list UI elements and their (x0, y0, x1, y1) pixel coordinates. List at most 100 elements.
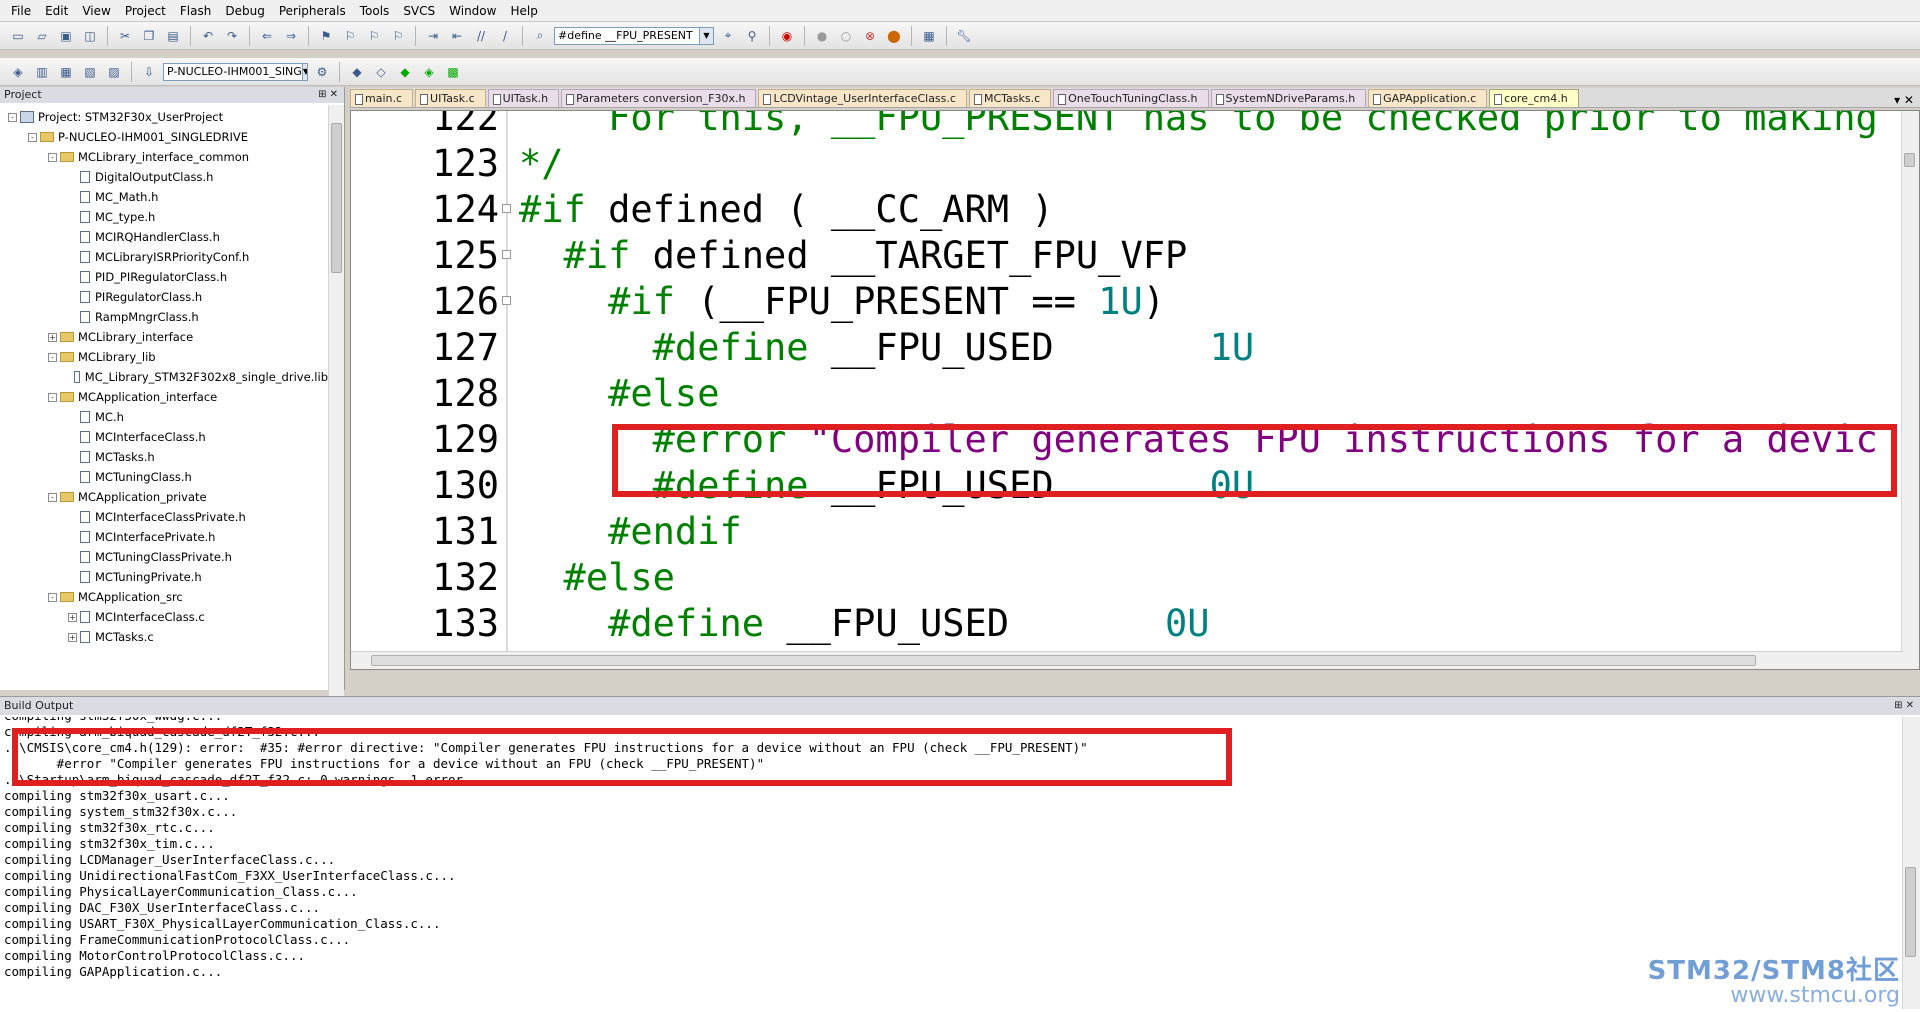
bookmark-next-icon[interactable]: ⚐ (364, 26, 384, 46)
unindent-icon[interactable]: ⇤ (447, 26, 467, 46)
expand-icon[interactable]: + (68, 612, 77, 622)
editor-tab[interactable]: main.c (350, 89, 414, 107)
copy-icon[interactable]: ❐ (139, 26, 159, 46)
tree-item[interactable]: MCTuningClass.h (0, 467, 328, 487)
pin-icon[interactable]: ⊞ ✕ (1894, 697, 1920, 715)
redo-icon[interactable]: ↷ (222, 26, 242, 46)
collapse-icon[interactable]: - (48, 492, 57, 502)
find-icon[interactable]: ⚲ (742, 26, 762, 46)
tree-item[interactable]: MCInterfaceClass.h (0, 427, 328, 447)
tree-item[interactable]: MCLibraryISRPriorityConf.h (0, 247, 328, 267)
rebuild-icon[interactable]: ▦ (56, 62, 76, 82)
tree-item[interactable]: - Project: STM32F30x_UserProject (0, 107, 328, 127)
bookmark-clear-icon[interactable]: ⚐ (388, 26, 408, 46)
scrollbar-thumb[interactable] (371, 655, 1756, 666)
tree-item[interactable]: - MCLibrary_interface_common (0, 147, 328, 167)
tree-item[interactable]: MCTuningPrivate.h (0, 567, 328, 587)
nav-forward-icon[interactable]: ⇒ (281, 26, 301, 46)
breakpoint-all-icon[interactable]: ⬤ (884, 26, 904, 46)
bookmark-prev-icon[interactable]: ⚐ (340, 26, 360, 46)
tree-item[interactable]: MC_type.h (0, 207, 328, 227)
translate-icon[interactable]: ◈ (8, 62, 28, 82)
editor-tab[interactable]: Parameters conversion_F30x.h (561, 89, 757, 107)
tree-item[interactable]: - MCApplication_src (0, 587, 328, 607)
paste-icon[interactable]: ▤ (163, 26, 183, 46)
open-folder-icon[interactable]: ▱ (32, 26, 52, 46)
collapse-icon[interactable]: - (48, 352, 57, 362)
tree-item[interactable]: PID_PIRegulatorClass.h (0, 267, 328, 287)
editor-tab[interactable]: GAPApplication.c (1368, 89, 1488, 107)
collapse-icon[interactable]: - (48, 392, 57, 402)
build-output-scrollbar[interactable] (1902, 717, 1920, 1009)
collapse-icon[interactable]: - (8, 112, 17, 122)
file-extensions-icon[interactable]: ◆ (347, 62, 367, 82)
comment-icon[interactable]: // (471, 26, 491, 46)
bookmark-icon[interactable]: ⚑ (316, 26, 336, 46)
tree-item[interactable]: MCTasks.h (0, 447, 328, 467)
tree-item[interactable]: - MCApplication_interface (0, 387, 328, 407)
menu-item-view[interactable]: View (75, 0, 117, 22)
collapse-icon[interactable]: - (48, 592, 57, 602)
expand-icon[interactable]: + (48, 332, 57, 342)
menu-item-peripherals[interactable]: Peripherals (272, 0, 353, 22)
fold-toggle-icon[interactable] (502, 250, 511, 259)
editor-tab[interactable]: LCDVintage_UserInterfaceClass.c (758, 89, 967, 107)
pin-icon[interactable]: ⊞ ✕ (318, 87, 344, 103)
tree-item[interactable]: + MCInterfaceClass.c (0, 607, 328, 627)
editor-vscrollbar[interactable] (1901, 111, 1919, 669)
nav-back-icon[interactable]: ⇐ (257, 26, 277, 46)
tree-item[interactable]: MC_Library_STM32F302x8_single_drive.lib (0, 367, 328, 387)
expand-icon[interactable]: + (68, 632, 77, 642)
project-tree-scrollbar[interactable] (328, 105, 344, 737)
window-layout-icon[interactable]: ▦ (919, 26, 939, 46)
menu-item-help[interactable]: Help (503, 0, 544, 22)
breakpoint-icon[interactable]: ● (812, 26, 832, 46)
build-icon[interactable]: ▥ (32, 62, 52, 82)
editor-tab[interactable]: OneTouchTuningClass.h (1053, 89, 1209, 107)
collapse-icon[interactable]: - (28, 132, 37, 142)
select-packs-icon[interactable]: ◈ (419, 62, 439, 82)
tree-item[interactable]: PIRegulatorClass.h (0, 287, 328, 307)
tree-item[interactable]: + MCLibrary_interface (0, 327, 328, 347)
cut-icon[interactable]: ✂ (115, 26, 135, 46)
scrollbar-thumb[interactable] (331, 123, 342, 273)
menu-item-svcs[interactable]: SVCS (396, 0, 442, 22)
menu-item-file[interactable]: File (4, 0, 38, 22)
debug-start-icon[interactable]: ◉ (777, 26, 797, 46)
scrollbar-thumb[interactable] (1905, 867, 1916, 957)
undo-icon[interactable]: ↶ (198, 26, 218, 46)
breakpoint-kill-icon[interactable]: ⊗ (860, 26, 880, 46)
uncomment-icon[interactable]: / (495, 26, 515, 46)
pack-installer-icon[interactable]: ◆ (395, 62, 415, 82)
save-all-icon[interactable]: ◫ (80, 26, 100, 46)
tree-item[interactable]: DigitalOutputClass.h (0, 167, 328, 187)
stop-build-icon[interactable]: ▨ (104, 62, 124, 82)
batch-build-icon[interactable]: ▧ (80, 62, 100, 82)
menu-item-debug[interactable]: Debug (218, 0, 271, 22)
fold-toggle-icon[interactable] (502, 296, 511, 305)
editor-tab[interactable]: SystemNDriveParams.h (1210, 89, 1367, 107)
save-icon[interactable]: ▣ (56, 26, 76, 46)
tree-item[interactable]: MCInterfaceClassPrivate.h (0, 507, 328, 527)
tree-item[interactable]: MCTuningClassPrivate.h (0, 547, 328, 567)
editor-tab[interactable]: core_cm4.h (1489, 89, 1579, 107)
tree-item[interactable]: - P-NUCLEO-IHM001_SINGLEDRIVE (0, 127, 328, 147)
editor-hscrollbar[interactable] (351, 651, 1903, 669)
chevron-down-icon[interactable]: ▼ (301, 63, 307, 80)
tree-item[interactable]: MC_Math.h (0, 187, 328, 207)
breakpoint-disable-icon[interactable]: ○ (836, 26, 856, 46)
tree-item[interactable]: - MCApplication_private (0, 487, 328, 507)
find-combo[interactable]: #define __FPU_PRESENT ▼ (554, 26, 714, 45)
target-options-icon[interactable]: ⚙ (312, 62, 332, 82)
new-file-icon[interactable]: ▭ (8, 26, 28, 46)
collapse-icon[interactable]: - (48, 152, 57, 162)
tree-item[interactable]: MC.h (0, 407, 328, 427)
menu-item-flash[interactable]: Flash (173, 0, 218, 22)
run-time-env-icon[interactable]: ▩ (443, 62, 463, 82)
tree-item[interactable]: MCIRQHandlerClass.h (0, 227, 328, 247)
editor-tab[interactable]: UITask.h (487, 89, 560, 107)
tree-item[interactable]: + MCTasks.c (0, 627, 328, 647)
incremental-find-icon[interactable]: ⌖ (718, 26, 738, 46)
editor-tab[interactable]: UITask.c (415, 89, 486, 107)
tree-item[interactable]: - MCLibrary_lib (0, 347, 328, 367)
